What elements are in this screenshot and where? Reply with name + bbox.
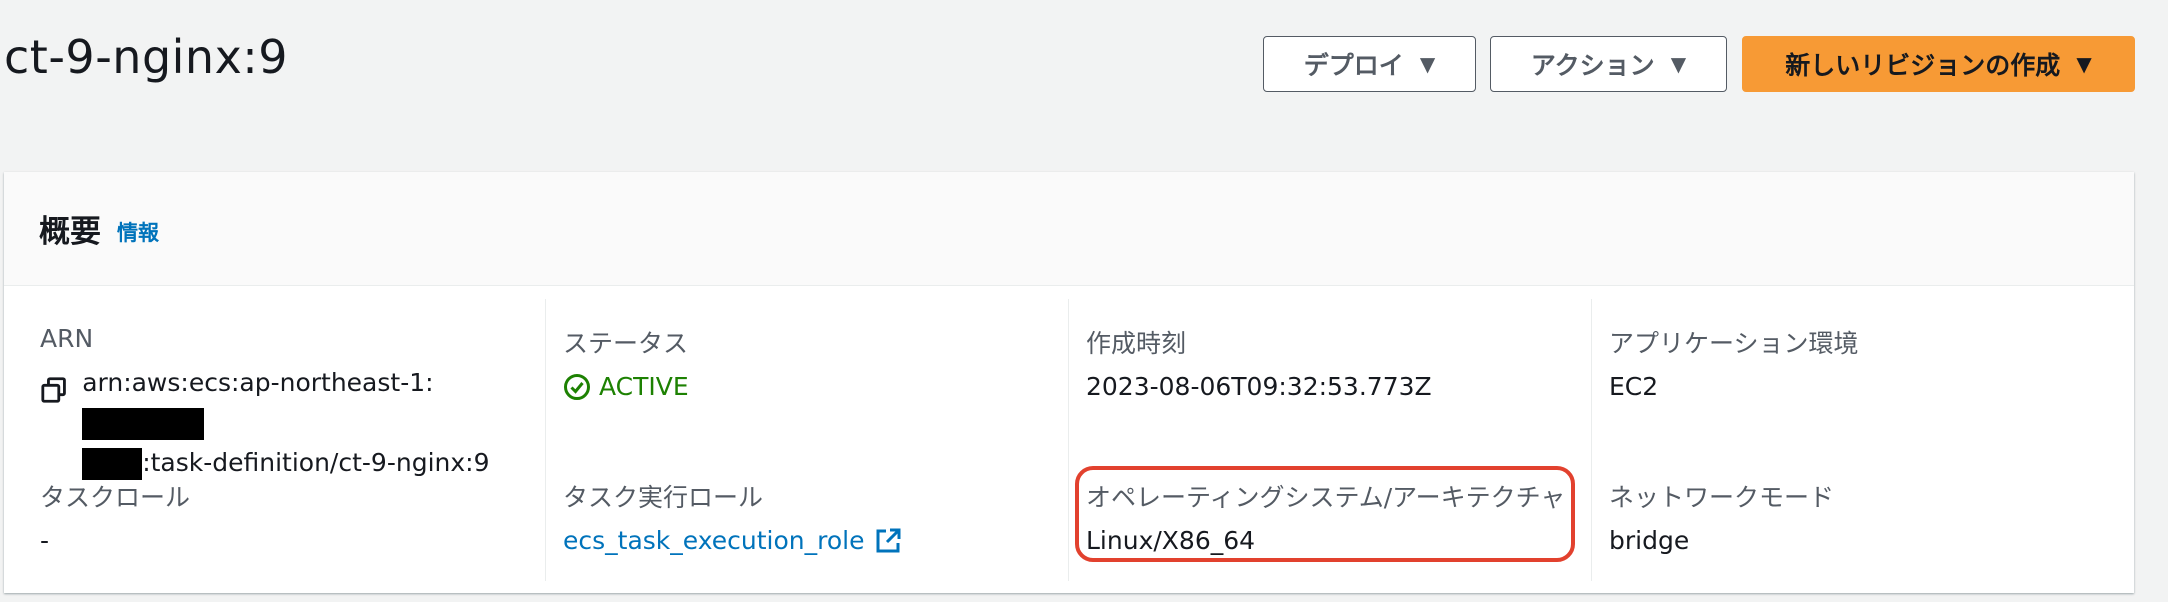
task-execution-role-field: タスク実行ロール ecs_task_execution_role: [563, 478, 902, 555]
arn-text: arn:aws:ecs:ap-northeast-1: :task-defini…: [82, 363, 527, 483]
created-at-label: 作成時刻: [1086, 329, 1187, 358]
status-field: ステータス ACTIVE: [563, 324, 689, 401]
arn-part-1: arn:aws:ecs:ap-northeast-1:: [82, 368, 434, 397]
app-environment-value: EC2: [1609, 372, 1659, 401]
deploy-button-label: デプロイ: [1303, 51, 1404, 80]
caret-down-icon: ▼: [2076, 52, 2092, 76]
overview-column-4: アプリケーション環境 EC2 ネットワークモード bridge: [1573, 287, 2096, 593]
os-architecture-label: オペレーティングシステム/アーキテクチャ: [1086, 483, 1566, 512]
overview-grid: ARN arn:aws:ecs:ap-northeast-1: :task-de…: [4, 287, 2134, 593]
redacted-block: [82, 408, 205, 440]
created-at-field: 作成時刻 2023-08-06T09:32:53.773Z: [1086, 324, 1432, 401]
task-execution-role-link[interactable]: ecs_task_execution_role: [563, 526, 864, 555]
task-role-value: -: [40, 526, 50, 555]
os-architecture-value: Linux/X86_64: [1086, 526, 1256, 555]
overview-column-3: 作成時刻 2023-08-06T09:32:53.773Z オペレーティングシス…: [1050, 287, 1573, 593]
status-text: ACTIVE: [599, 372, 689, 401]
caret-down-icon: ▼: [1419, 52, 1436, 76]
actions-button-label: アクション: [1530, 51, 1655, 80]
network-mode-label: ネットワークモード: [1609, 483, 1835, 512]
create-revision-button-label: 新しいリビジョンの作成: [1785, 51, 2061, 80]
arn-value: arn:aws:ecs:ap-northeast-1: :task-defini…: [40, 363, 527, 483]
info-link[interactable]: 情報: [117, 217, 159, 247]
status-label: ステータス: [563, 329, 689, 358]
network-mode-field: ネットワークモード bridge: [1609, 478, 1834, 555]
overview-header: 概要 情報: [4, 172, 2134, 286]
task-execution-role-label: タスク実行ロール: [563, 483, 764, 512]
redacted-block: [82, 448, 143, 480]
arn-part-2: :task-definition/ct-9-nginx:9: [142, 448, 490, 477]
deploy-button[interactable]: デプロイ ▼: [1263, 36, 1476, 92]
arn-field: ARN arn:aws:ecs:ap-northeast-1: :task-de…: [40, 324, 527, 483]
created-at-value: 2023-08-06T09:32:53.773Z: [1086, 372, 1432, 401]
copy-icon[interactable]: [40, 375, 68, 405]
actions-button[interactable]: アクション ▼: [1490, 36, 1727, 92]
arn-label: ARN: [40, 324, 94, 353]
task-execution-role-value: ecs_task_execution_role: [563, 526, 902, 555]
overview-container: 概要 情報 ARN arn:aws:ecs:ap-northeast-1: :t…: [4, 172, 2134, 593]
check-circle-icon: [564, 373, 590, 400]
external-link-icon[interactable]: [874, 527, 902, 555]
app-environment-label: アプリケーション環境: [1609, 329, 1859, 358]
create-revision-button[interactable]: 新しいリビジョンの作成 ▼: [1742, 36, 2135, 92]
caret-down-icon: ▼: [1670, 52, 1687, 76]
task-role-field: タスクロール -: [40, 478, 190, 555]
task-role-label: タスクロール: [40, 483, 191, 512]
app-environment-field: アプリケーション環境 EC2: [1609, 324, 1859, 401]
overview-title: 概要: [39, 214, 101, 250]
network-mode-value: bridge: [1609, 526, 1690, 555]
page-title: ct-9-nginx:9: [4, 30, 289, 84]
status-value: ACTIVE: [563, 372, 689, 401]
overview-column-2: ステータス ACTIVE タスク実行ロール ecs_task_execution…: [527, 287, 1050, 593]
overview-column-1: ARN arn:aws:ecs:ap-northeast-1: :task-de…: [4, 287, 527, 593]
os-architecture-field: オペレーティングシステム/アーキテクチャ Linux/X86_64: [1086, 478, 1565, 555]
